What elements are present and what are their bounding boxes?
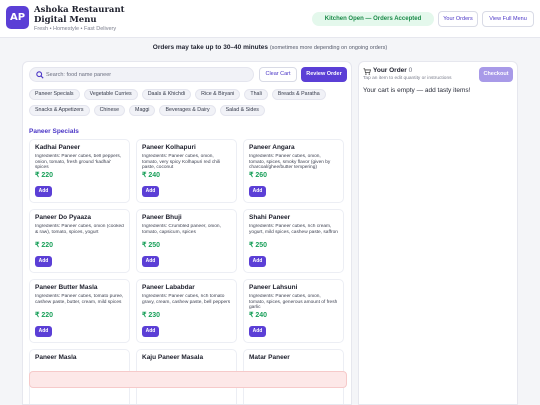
category-chip[interactable]: Beverages & Dairy (159, 105, 216, 116)
kitchen-status-badge: Kitchen Open — Orders Accepted (312, 12, 434, 26)
clear-cart-button[interactable]: Clear Cart (259, 67, 297, 82)
menu-item-card: Paneer Lahsuni Ingredients: Paneer cubes… (243, 279, 344, 343)
notice-note: (sometimes more depending on ongoing ord… (269, 45, 388, 51)
alert-banner (29, 371, 347, 388)
cart-title: Your Order 0 (373, 67, 412, 74)
category-row: Paneer Specials Vegetable Curries Daals … (29, 89, 349, 100)
add-button[interactable]: Add (249, 186, 266, 197)
item-ingredients: Ingredients: Paneer cubes, onion, tomato… (142, 154, 221, 171)
review-order-button[interactable]: Review Order (301, 67, 347, 82)
category-chip[interactable]: Breads & Paratha (271, 89, 326, 100)
cart-icon (363, 68, 371, 75)
add-button[interactable]: Add (142, 256, 159, 267)
app-header: AP Ashoka Restaurant Digital Menu Fresh … (0, 0, 540, 38)
add-button[interactable]: Add (249, 326, 266, 337)
category-chip[interactable]: Thali (244, 89, 268, 100)
item-ingredients: Ingredients: Paneer cubes, onion, tomato… (249, 154, 331, 171)
category-chip[interactable]: Daals & Khichdi (141, 89, 192, 100)
item-price: ₹ 250 (142, 242, 161, 249)
menu-item-card: Paneer Angara Ingredients: Paneer cubes,… (243, 139, 344, 203)
cart-title-label: Your Order (373, 67, 407, 74)
item-name: Kadhai Paneer (35, 144, 81, 151)
category-chip[interactable]: Rice & Biryani (195, 89, 241, 100)
item-ingredients: Ingredients: Paneer cubes, onion, tomato… (249, 294, 338, 311)
search-box (29, 67, 254, 82)
item-name: Paneer Lahsuni (249, 284, 298, 291)
item-price: ₹ 240 (249, 312, 268, 319)
cart-subtitle: Tap an item to edit quantity or instruct… (363, 76, 452, 81)
item-ingredients: Ingredients: Crumbled paneer, onion, tom… (142, 224, 221, 235)
cart-count: 0 (408, 67, 413, 74)
item-price: ₹ 250 (249, 242, 268, 249)
category-chip[interactable]: Vegetable Curries (83, 89, 138, 100)
item-ingredients: Ingredients: Paneer cubes, tomato puree,… (35, 294, 124, 305)
menu-item-card: Paneer Lababdar Ingredients: Paneer cube… (136, 279, 237, 343)
section-title: Paneer Specials (29, 128, 79, 135)
item-ingredients: Ingredients: Paneer cubes, rich tomato g… (142, 294, 231, 305)
cart-panel: Your Order 0 Tap an item to edit quantit… (358, 61, 518, 405)
item-ingredients: Ingredients: Paneer cubes, onion (cooked… (35, 224, 124, 235)
item-price: ₹ 230 (142, 312, 161, 319)
item-price: ₹ 260 (249, 172, 268, 179)
cart-empty-message: Your cart is empty — add tasty items! (363, 87, 471, 94)
category-row: Snacks & Appetizers Chinese Maggi Bevera… (29, 105, 349, 116)
menu-panel: Clear Cart Review Order Paneer Specials … (22, 61, 352, 405)
view-full-menu-button[interactable]: View Full Menu (482, 11, 534, 27)
item-ingredients: Ingredients: Paneer cubes, bell peppers,… (35, 154, 122, 171)
item-name: Paneer Do Pyaaza (35, 214, 92, 221)
item-name: Paneer Masla (35, 354, 77, 361)
item-price: ₹ 220 (35, 312, 54, 319)
category-filters: Paneer Specials Vegetable Curries Daals … (29, 89, 349, 121)
add-button[interactable]: Add (35, 326, 52, 337)
menu-item-card: Paneer Bhuji Ingredients: Crumbled panee… (136, 209, 237, 273)
add-button[interactable]: Add (35, 186, 52, 197)
item-price: ₹ 240 (142, 172, 161, 179)
menu-item-card: Shahi Paneer Ingredients: Paneer cubes, … (243, 209, 344, 273)
category-chip[interactable]: Snacks & Appetizers (29, 105, 90, 116)
your-orders-button[interactable]: Your Orders (438, 11, 478, 27)
checkout-button[interactable]: Checkout (479, 67, 513, 82)
search-icon (36, 71, 44, 79)
menu-item-card: Paneer Kolhapuri Ingredients: Paneer cub… (136, 139, 237, 203)
category-chip[interactable]: Chinese (93, 105, 126, 116)
item-name: Paneer Bhuji (142, 214, 182, 221)
item-name: Paneer Angara (249, 144, 295, 151)
add-button[interactable]: Add (249, 256, 266, 267)
brand-title: Ashoka Restaurant Digital Menu (34, 5, 125, 25)
item-ingredients: Ingredients: Paneer cubes, rich cream, y… (249, 224, 338, 235)
item-name: Paneer Butter Masla (35, 284, 98, 291)
item-name: Paneer Kolhapuri (142, 144, 196, 151)
menu-item-card: Paneer Do Pyaaza Ingredients: Paneer cub… (29, 209, 130, 273)
delivery-time-notice: Orders may take up to 30–40 minutes (som… (0, 44, 540, 51)
add-button[interactable]: Add (142, 326, 159, 337)
notice-main: Orders may take up to 30–40 minutes (152, 44, 269, 51)
item-price: ₹ 220 (35, 242, 54, 249)
item-name: Paneer Lababdar (142, 284, 195, 291)
category-chip[interactable]: Salad & Sides (219, 105, 265, 116)
menu-item-card: Paneer Butter Masla Ingredients: Paneer … (29, 279, 130, 343)
menu-item-card: Kadhai Paneer Ingredients: Paneer cubes,… (29, 139, 130, 203)
brand-logo: AP (6, 6, 29, 29)
item-price: ₹ 220 (35, 172, 54, 179)
item-name: Matar Paneer (249, 354, 290, 361)
brand-subtitle: Fresh • Homestyle • Fast Delivery (34, 26, 117, 32)
search-input[interactable] (46, 70, 246, 80)
add-button[interactable]: Add (142, 186, 159, 197)
add-button[interactable]: Add (35, 256, 52, 267)
item-name: Shahi Paneer (249, 214, 291, 221)
item-name: Kaju Paneer Masala (142, 354, 204, 361)
category-chip[interactable]: Paneer Specials (29, 89, 80, 100)
category-chip[interactable]: Maggi (129, 105, 156, 116)
